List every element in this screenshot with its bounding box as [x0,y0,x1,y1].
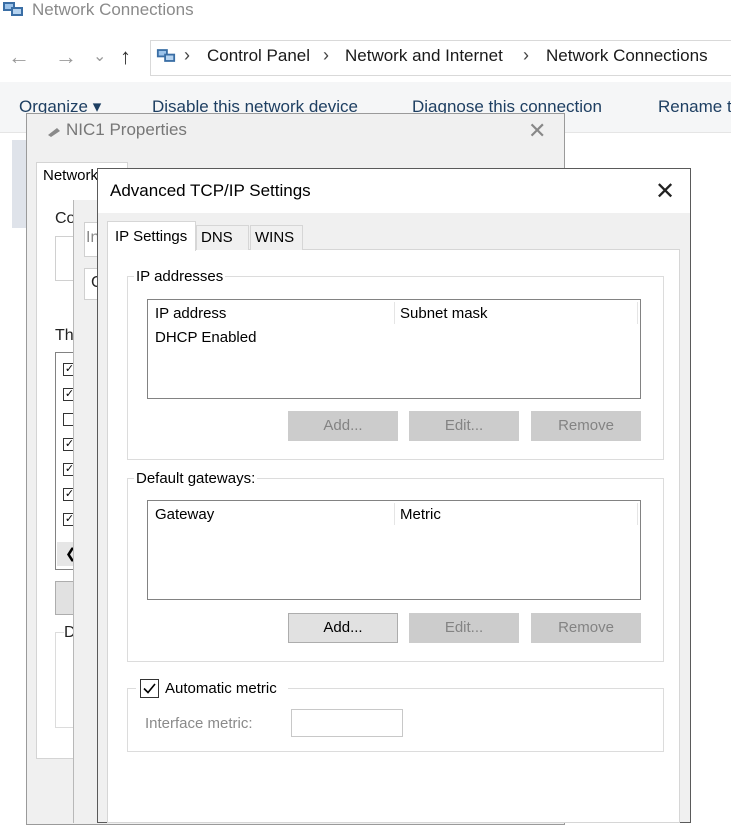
column-divider [637,503,638,525]
connection-item[interactable] [12,140,26,228]
column-gateway[interactable]: Gateway [155,506,214,523]
tab-dns[interactable]: DNS [196,225,249,250]
network-connections-icon [2,0,24,18]
interface-metric-label: Interface metric: [145,715,253,732]
nic-dialog-title: NIC1 Properties [66,120,187,139]
breadcrumb-network-connections[interactable]: Network Connections [546,46,708,66]
breadcrumb-network-internet[interactable]: Network and Internet [345,46,503,66]
column-divider [394,503,395,525]
close-icon[interactable]: ✕ [528,118,546,144]
breadcrumb-chevron-icon: › [184,45,190,65]
up-arrow-icon[interactable]: ↑ [120,44,131,70]
column-ip-address[interactable]: IP address [155,305,226,322]
network-adapter-icon [47,125,61,142]
tab-ip-settings[interactable]: IP Settings [107,221,196,251]
address-network-icon [156,47,176,68]
rename-button[interactable]: Rename t [658,97,731,117]
checkmark-icon [143,683,156,694]
gateway-edit-button[interactable]: Edit... [409,613,519,643]
dialog-title: Advanced TCP/IP Settings [110,181,311,200]
window-title: Network Connections [32,0,194,19]
ip-edit-button[interactable]: Edit... [409,411,519,441]
ip-remove-button[interactable]: Remove [531,411,641,441]
column-subnet-mask[interactable]: Subnet mask [400,305,488,322]
interface-metric-input[interactable] [291,709,403,737]
ip-addresses-legend: IP addresses [136,268,224,285]
breadcrumb-chevron-icon: › [323,45,329,65]
forward-arrow-icon[interactable]: → [55,44,77,70]
ip-add-button[interactable]: Add... [288,411,398,441]
column-divider [637,302,638,324]
column-metric[interactable]: Metric [400,506,441,523]
default-gateways-legend: Default gateways: [136,470,256,487]
gateway-add-button[interactable]: Add... [288,613,398,643]
breadcrumb-control-panel[interactable]: Control Panel [207,46,310,66]
recent-locations-icon[interactable]: ⌄ [93,46,106,66]
automatic-metric-checkbox[interactable] [140,679,159,698]
automatic-metric-label[interactable]: Automatic metric [165,680,277,697]
close-icon[interactable]: ✕ [655,177,675,206]
items-label: Th [55,327,74,344]
gateway-remove-button[interactable]: Remove [531,613,641,643]
column-divider [394,302,395,324]
back-arrow-icon[interactable]: ← [8,44,30,70]
breadcrumb-chevron-icon: › [523,45,529,65]
tab-wins[interactable]: WINS [250,225,303,250]
list-item[interactable]: DHCP Enabled [155,329,256,346]
